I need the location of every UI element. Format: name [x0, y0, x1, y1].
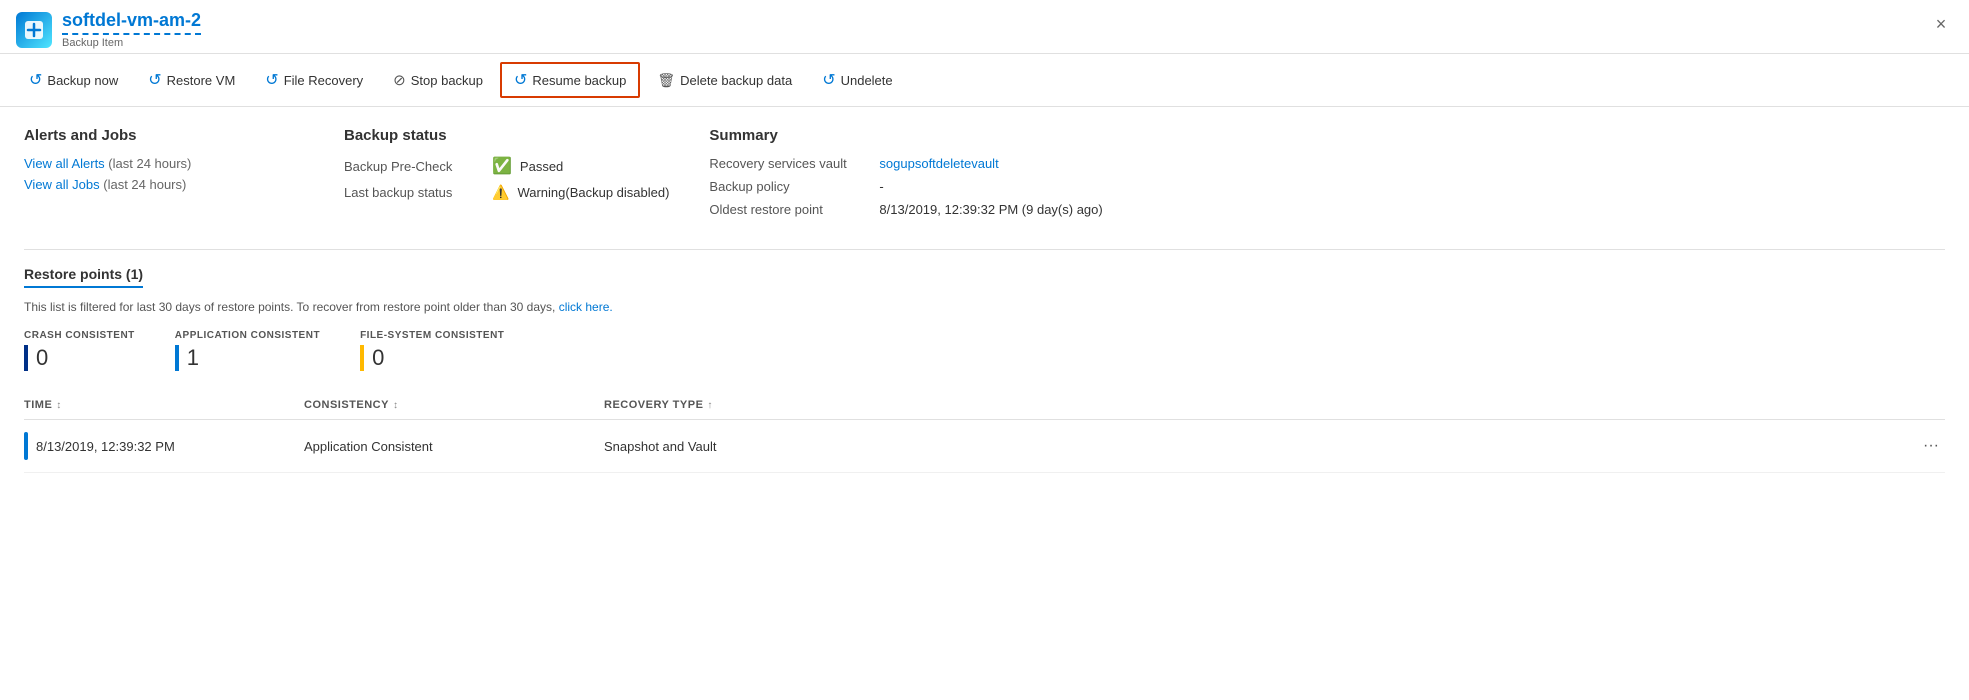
pre-check-status: Passed: [520, 159, 563, 174]
oldest-restore-value: 8/13/2019, 12:39:32 PM (9 day(s) ago): [879, 202, 1102, 217]
undelete-label: Undelete: [841, 73, 893, 88]
fs-consistent-item: FILE-SYSTEM CONSISTENT 0: [360, 330, 504, 371]
last-backup-row: Last backup status ⚠️ Warning(Backup dis…: [344, 184, 669, 201]
backup-status-section: Backup status Backup Pre-Check ✅ Passed …: [344, 127, 669, 225]
oldest-restore-label: Oldest restore point: [709, 202, 879, 217]
stop-backup-label: Stop backup: [411, 73, 483, 88]
title-text-block: softdel-vm-am-2 Backup Item: [62, 10, 201, 49]
backup-now-icon: ↺: [29, 70, 42, 90]
toolbar: ↺ Backup now ↺ Restore VM ↺ File Recover…: [0, 54, 1969, 107]
view-all-alerts-link[interactable]: View all Alerts (last 24 hours): [24, 156, 304, 171]
page-subtitle: Backup Item: [62, 37, 201, 49]
app-bar-indicator: [175, 345, 179, 371]
consistency-header-label: CONSISTENCY: [304, 399, 389, 411]
file-recovery-icon: ↺: [265, 70, 278, 90]
summary-sections: Alerts and Jobs View all Alerts (last 24…: [24, 127, 1945, 225]
file-recovery-label: File Recovery: [284, 73, 363, 88]
passed-icon: ✅: [492, 156, 512, 176]
row-consistency-value: Application Consistent: [304, 439, 433, 454]
delete-backup-button[interactable]: 🗑 Delete backup data: [644, 65, 805, 96]
stop-backup-icon: ⊘: [393, 71, 406, 89]
section-divider: [24, 249, 1945, 250]
restore-vm-label: Restore VM: [167, 73, 236, 88]
consistency-bars: CRASH CONSISTENT 0 APPLICATION CONSISTEN…: [24, 330, 1945, 371]
fs-consistent-label: FILE-SYSTEM CONSISTENT: [360, 330, 504, 341]
app-consistent-item: APPLICATION CONSISTENT 1: [175, 330, 320, 371]
recovery-header-label: RECOVERY TYPE: [604, 399, 703, 411]
row-actions-cell: ···: [1905, 435, 1945, 457]
undelete-icon: ↺: [822, 70, 835, 90]
restore-points-section: Restore points (1) This list is filtered…: [24, 266, 1945, 473]
app-consistent-label: APPLICATION CONSISTENT: [175, 330, 320, 341]
view-all-jobs-link[interactable]: View all Jobs (last 24 hours): [24, 177, 304, 192]
vault-label: Recovery services vault: [709, 156, 879, 171]
recovery-sort-icon: ↑: [707, 400, 713, 411]
restore-points-header: Restore points (1): [24, 266, 143, 288]
summary-title: Summary: [709, 127, 1102, 144]
col-time-header[interactable]: TIME ↕: [24, 399, 304, 411]
oldest-restore-row: Oldest restore point 8/13/2019, 12:39:32…: [709, 202, 1102, 217]
col-recovery-header[interactable]: RECOVERY TYPE ↑: [604, 399, 1905, 411]
delete-backup-icon: 🗑: [657, 72, 675, 89]
resume-backup-icon: ↺: [514, 70, 527, 90]
undelete-button[interactable]: ↺ Undelete: [809, 63, 905, 97]
fs-bar-indicator: [360, 345, 364, 371]
backup-now-button[interactable]: ↺ Backup now: [16, 63, 131, 97]
warning-icon: ⚠️: [492, 184, 509, 201]
last-backup-status: Warning(Backup disabled): [517, 185, 669, 200]
crash-consistent-item: CRASH CONSISTENT 0: [24, 330, 135, 371]
pre-check-label: Backup Pre-Check: [344, 159, 484, 174]
table-header: TIME ↕ CONSISTENCY ↕ RECOVERY TYPE ↑: [24, 391, 1945, 420]
backup-now-label: Backup now: [47, 73, 118, 88]
main-content: Alerts and Jobs View all Alerts (last 24…: [0, 107, 1969, 493]
alerts-jobs-title: Alerts and Jobs: [24, 127, 304, 144]
row-indicator: [24, 432, 28, 460]
stop-backup-button[interactable]: ⊘ Stop backup: [380, 64, 496, 96]
time-sort-icon: ↕: [56, 400, 62, 411]
row-recovery-cell: Snapshot and Vault: [604, 439, 1905, 454]
last-backup-label: Last backup status: [344, 185, 484, 200]
app-consistent-count: 1: [187, 345, 199, 371]
consistency-sort-icon: ↕: [393, 400, 399, 411]
restore-vm-button[interactable]: ↺ Restore VM: [135, 63, 248, 97]
vault-value: sogupsoftdeletevault: [879, 156, 998, 171]
fs-consistent-count: 0: [372, 345, 384, 371]
crash-consistent-count: 0: [36, 345, 48, 371]
delete-backup-label: Delete backup data: [680, 73, 792, 88]
col-consistency-header[interactable]: CONSISTENCY ↕: [304, 399, 604, 411]
summary-section: Summary Recovery services vault sogupsof…: [709, 127, 1102, 225]
vault-link[interactable]: sogupsoftdeletevault: [879, 156, 998, 171]
alerts-jobs-section: Alerts and Jobs View all Alerts (last 24…: [24, 127, 304, 225]
time-header-label: TIME: [24, 399, 52, 411]
crash-consistent-label: CRASH CONSISTENT: [24, 330, 135, 341]
row-time-cell: 8/13/2019, 12:39:32 PM: [24, 432, 304, 460]
row-recovery-value: Snapshot and Vault: [604, 439, 717, 454]
row-actions-button[interactable]: ···: [1917, 435, 1945, 457]
row-consistency-cell: Application Consistent: [304, 439, 604, 454]
policy-label: Backup policy: [709, 179, 879, 194]
backup-status-title: Backup status: [344, 127, 669, 144]
crash-bar-indicator: [24, 345, 28, 371]
app-icon: [16, 12, 52, 48]
policy-row: Backup policy -: [709, 179, 1102, 194]
page-title: softdel-vm-am-2: [62, 10, 201, 35]
resume-backup-button[interactable]: ↺ Resume backup: [500, 62, 640, 98]
row-time-value: 8/13/2019, 12:39:32 PM: [36, 439, 175, 454]
file-recovery-button[interactable]: ↺ File Recovery: [252, 63, 376, 97]
resume-backup-label: Resume backup: [532, 73, 626, 88]
vault-row: Recovery services vault sogupsoftdeletev…: [709, 156, 1102, 171]
table-row: 8/13/2019, 12:39:32 PM Application Consi…: [24, 420, 1945, 473]
restore-points-table: TIME ↕ CONSISTENCY ↕ RECOVERY TYPE ↑ 8/1…: [24, 391, 1945, 473]
filter-info-text: This list is filtered for last 30 days o…: [24, 300, 1945, 314]
close-button[interactable]: ×: [1929, 12, 1953, 36]
policy-value: -: [879, 179, 883, 194]
pre-check-row: Backup Pre-Check ✅ Passed: [344, 156, 669, 176]
title-bar: softdel-vm-am-2 Backup Item ×: [0, 0, 1969, 54]
restore-vm-icon: ↺: [148, 70, 161, 90]
click-here-link[interactable]: click here.: [559, 300, 613, 314]
